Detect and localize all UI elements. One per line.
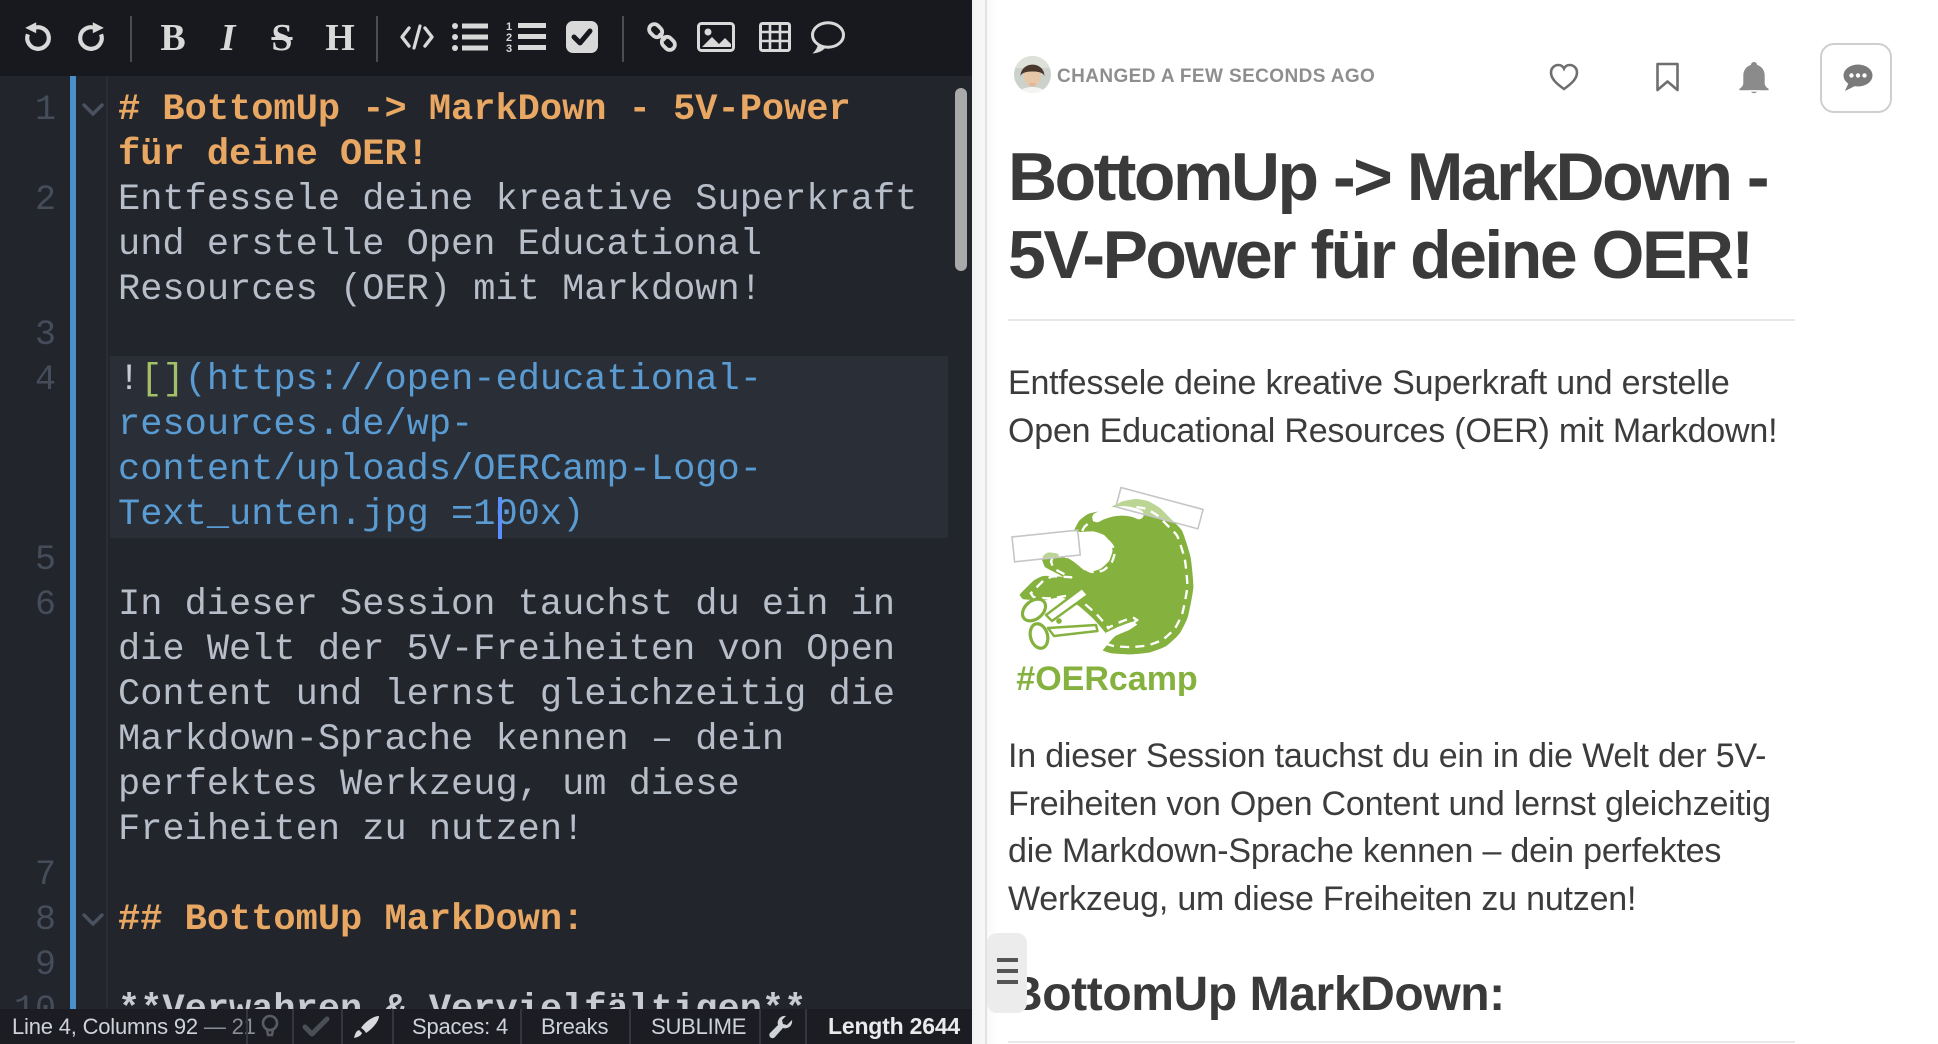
svg-text:3: 3	[506, 43, 512, 54]
svg-text:#OERcamp: #OERcamp	[1016, 660, 1197, 696]
